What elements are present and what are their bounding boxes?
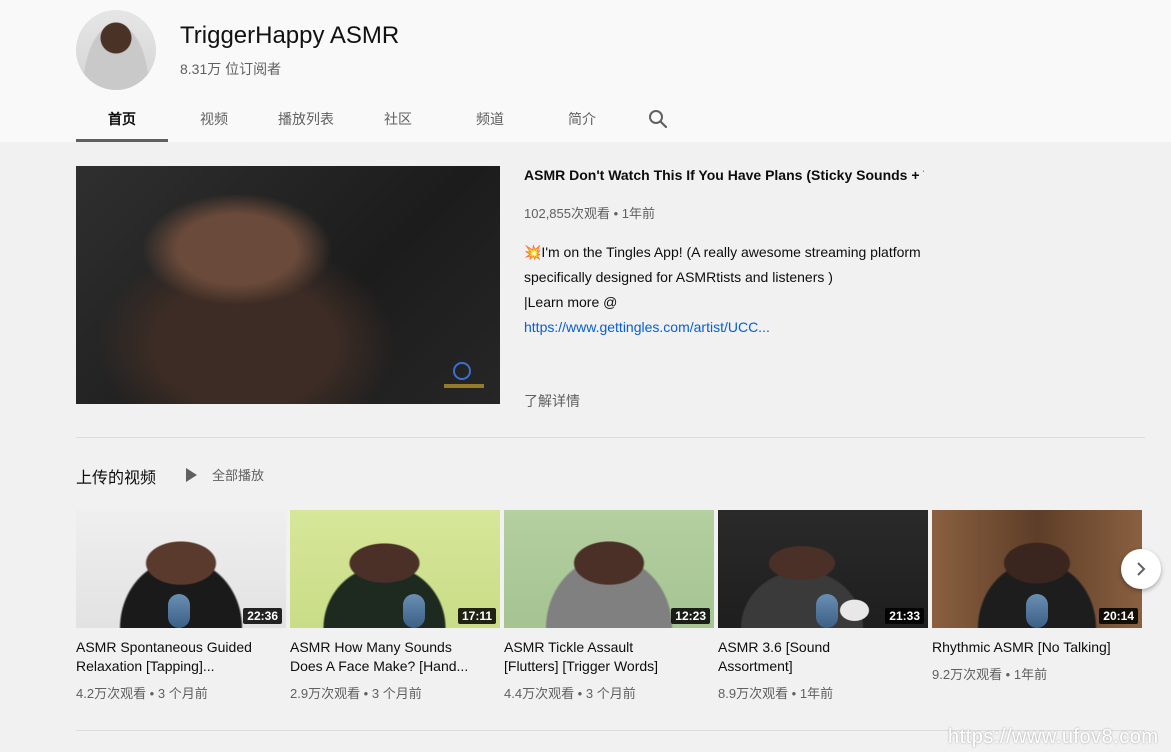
channel-watermark-logo xyxy=(453,362,471,380)
shelf-next-button[interactable] xyxy=(1121,549,1161,589)
video-title[interactable]: ASMR Tickle Assault [Flutters] [Trigger … xyxy=(504,638,704,676)
channel-search-button[interactable] xyxy=(628,96,688,142)
video-meta: 4.4万次观看 • 3 个月前 xyxy=(504,686,636,701)
tab-home[interactable]: 首页 xyxy=(76,96,168,142)
tab-playlists[interactable]: 播放列表 xyxy=(260,96,352,142)
video-thumbnail[interactable]: 21:33 xyxy=(718,510,928,628)
video-title-line: Does A Face Make? [Hand... xyxy=(290,658,469,674)
play-all-button[interactable]: 全部播放 xyxy=(186,465,264,484)
microphone-image xyxy=(1026,594,1048,628)
video-title[interactable]: ASMR 3.6 [Sound Assortment] xyxy=(718,638,918,676)
video-card[interactable]: 17:11 ASMR How Many Sounds Does A Face M… xyxy=(290,510,500,702)
video-card[interactable]: 12:23 ASMR Tickle Assault [Flutters] [Tr… xyxy=(504,510,714,702)
video-thumbnail[interactable]: 17:11 xyxy=(290,510,500,628)
featured-video-meta: 102,855次观看 • 1年前 xyxy=(524,206,655,221)
featured-video-player[interactable] xyxy=(76,166,500,404)
video-duration: 12:23 xyxy=(671,608,710,624)
play-all-label: 全部播放 xyxy=(212,468,265,483)
channel-tabs: 首页 视频 播放列表 社区 频道 简介 xyxy=(76,96,688,142)
video-meta: 2.9万次观看 • 3 个月前 xyxy=(290,686,422,701)
video-title-line: [Flutters] [Trigger Words] xyxy=(504,658,659,674)
subscriber-count: 8.31万 位订阅者 xyxy=(180,61,282,77)
video-title-line: ASMR 3.6 [Sound xyxy=(718,639,831,655)
microphone-image xyxy=(816,594,838,628)
channel-name: TriggerHappy ASMR xyxy=(180,22,400,49)
tab-community[interactable]: 社区 xyxy=(352,96,444,142)
video-title[interactable]: ASMR Spontaneous Guided Relaxation [Tapp… xyxy=(76,638,276,676)
video-title-line: ASMR How Many Sounds xyxy=(290,639,452,655)
search-icon xyxy=(649,110,668,129)
tab-about[interactable]: 简介 xyxy=(536,96,628,142)
featured-video-title[interactable]: ASMR Don't Watch This If You Have Plans … xyxy=(524,166,924,184)
video-meta: 4.2万次观看 • 3 个月前 xyxy=(76,686,208,701)
microphone-image xyxy=(403,594,425,628)
section-divider xyxy=(76,437,1145,438)
video-title[interactable]: Rhythmic ASMR [No Talking] xyxy=(932,638,1132,657)
chevron-right-icon xyxy=(1137,562,1146,576)
tab-channels[interactable]: 频道 xyxy=(444,96,536,142)
tab-videos[interactable]: 视频 xyxy=(168,96,260,142)
channel-watermark-text xyxy=(444,384,484,388)
video-duration: 22:36 xyxy=(243,608,282,624)
video-meta: 9.2万次观看 • 1年前 xyxy=(932,667,1048,682)
uploads-shelf-title[interactable]: 上传的视频 xyxy=(76,464,156,488)
play-icon xyxy=(186,467,197,482)
video-meta: 8.9万次观看 • 1年前 xyxy=(718,686,834,701)
video-title-line: Assortment] xyxy=(718,658,793,674)
video-thumbnail[interactable]: 22:36 xyxy=(76,510,286,628)
video-title-line: Rhythmic ASMR [No Talking] xyxy=(932,639,1111,655)
video-card[interactable]: 22:36 ASMR Spontaneous Guided Relaxation… xyxy=(76,510,286,702)
video-duration: 17:11 xyxy=(457,608,496,624)
description-line: |Learn more @ xyxy=(524,294,618,310)
description-link[interactable]: https://www.gettingles.com/artist/UCC... xyxy=(524,319,770,335)
read-more-link[interactable]: 了解详情 xyxy=(524,391,580,411)
video-title[interactable]: ASMR How Many Sounds Does A Face Make? [… xyxy=(290,638,490,676)
description-line: specifically designed for ASMRtists and … xyxy=(524,269,833,285)
video-duration: 20:14 xyxy=(1099,608,1138,624)
video-title-line: ASMR Tickle Assault xyxy=(504,639,634,655)
site-watermark: https://www.ufov8.com xyxy=(948,726,1159,748)
video-title-line: Relaxation [Tapping]... xyxy=(76,658,215,674)
video-thumbnail[interactable]: 20:14 xyxy=(932,510,1142,628)
description-line: 💥I'm on the Tingles App! (A really aweso… xyxy=(524,244,921,260)
channel-avatar[interactable] xyxy=(76,10,156,90)
channel-header: TriggerHappy ASMR 8.31万 位订阅者 首页 视频 播放列表 … xyxy=(0,0,1171,142)
microphone-image xyxy=(168,594,190,628)
video-title-line: ASMR Spontaneous Guided xyxy=(76,639,252,655)
video-duration: 21:33 xyxy=(885,608,924,624)
video-thumbnail[interactable]: 12:23 xyxy=(504,510,714,628)
video-card[interactable]: 21:33 ASMR 3.6 [Sound Assortment] 8.9万次观… xyxy=(718,510,928,702)
featured-video-description: 💥I'm on the Tingles App! (A really aweso… xyxy=(524,240,944,340)
video-card[interactable]: 20:14 Rhythmic ASMR [No Talking] 9.2万次观看… xyxy=(932,510,1142,683)
